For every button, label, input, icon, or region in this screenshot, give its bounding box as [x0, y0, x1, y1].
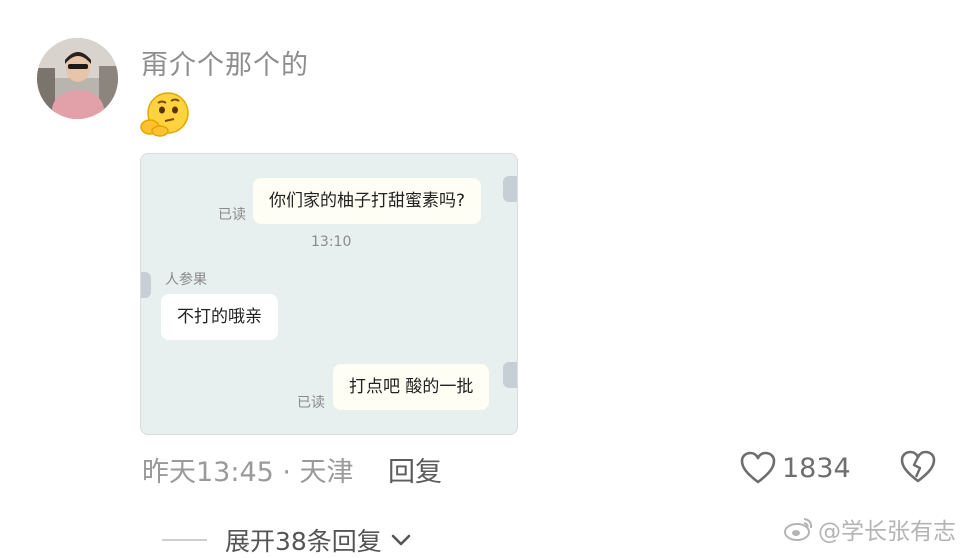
like-button[interactable]: 1834 [740, 448, 851, 488]
chat-sender-name: 人参果 [165, 272, 207, 288]
weibo-logo-icon [784, 518, 813, 541]
chat-screenshot-image[interactable]: 已读 你们家的柚子打甜蜜素吗? 13:10 人参果 不打的哦亲 已读 打点吧 酸… [140, 153, 518, 435]
broken-heart-icon [900, 450, 936, 483]
chat-avatar-self-icon [503, 176, 517, 202]
expand-replies-label: 展开38条回复 [225, 527, 382, 556]
weibo-watermark: @学长张有志 [784, 512, 956, 546]
divider-line [162, 539, 207, 541]
watermark-text: @学长张有志 [818, 519, 956, 545]
chevron-down-icon [391, 534, 411, 546]
chat-message-other: 不打的哦亲 [161, 294, 278, 340]
read-status: 已读 [297, 395, 325, 411]
expand-replies-button[interactable]: 展开38条回复 [162, 522, 412, 558]
chat-message-self: 打点吧 酸的一批 [333, 364, 490, 410]
read-status: 已读 [218, 207, 246, 223]
username[interactable]: 甭介个那个的 [141, 43, 309, 82]
comment-time-location: 昨天13:45 · 天津 [142, 457, 354, 488]
chat-avatar-other-icon [141, 272, 151, 298]
thinking-face-emoji-icon [138, 91, 192, 137]
chat-message-self: 你们家的柚子打甜蜜素吗? [253, 178, 482, 224]
heart-icon [740, 451, 776, 484]
like-count: 1834 [782, 452, 851, 484]
reply-button[interactable]: 回复 [388, 450, 442, 489]
user-avatar[interactable] [37, 38, 118, 119]
dislike-button[interactable] [900, 450, 936, 484]
chat-avatar-self-icon [503, 362, 517, 388]
chat-timestamp: 13:10 [311, 234, 352, 250]
